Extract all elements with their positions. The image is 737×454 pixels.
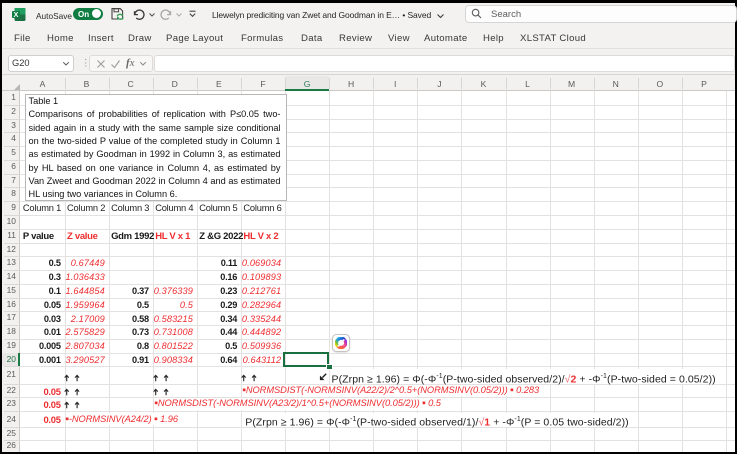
svg-text:X: X [14,10,19,19]
